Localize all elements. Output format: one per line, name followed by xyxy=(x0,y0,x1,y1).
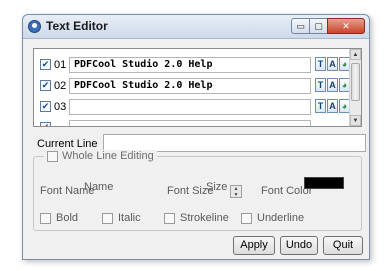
whole-line-editing-toggle[interactable]: Whole Line Editing xyxy=(44,150,157,162)
whole-line-editing-checkbox[interactable] xyxy=(47,150,58,162)
line-checkbox[interactable]: ✔ xyxy=(40,59,51,70)
italic-checkbox[interactable] xyxy=(102,212,113,224)
line-row: ✔ 03 T A ◕ xyxy=(34,98,350,116)
bold-option[interactable]: Bold xyxy=(40,212,78,224)
whole-line-editing-label: Whole Line Editing xyxy=(62,150,154,162)
text-format-button[interactable]: T xyxy=(315,78,326,92)
line-number: 02 xyxy=(54,80,67,92)
lines-list: ✔ 01 PDFCool Studio 2.0 Help T A ◕ ✔ 02 … xyxy=(33,48,362,127)
underline-label: Underline xyxy=(257,212,305,224)
strokeline-option[interactable]: Strokeline xyxy=(164,212,229,224)
text-format-button[interactable]: T xyxy=(315,99,326,113)
underline-option[interactable]: Underline xyxy=(241,212,304,224)
window-title: Text Editor xyxy=(46,19,108,33)
underline-checkbox[interactable] xyxy=(241,212,252,224)
font-size-field[interactable]: Size xyxy=(206,181,227,193)
scroll-up-icon[interactable]: ▲ xyxy=(350,49,361,60)
apply-button[interactable]: Apply xyxy=(233,236,275,255)
title-bar[interactable]: Text Editor ▭ ▢ ✕ xyxy=(23,15,369,39)
font-button[interactable]: A xyxy=(327,78,338,92)
scroll-thumb[interactable] xyxy=(351,63,360,101)
line-checkbox[interactable]: ✔ xyxy=(40,101,51,112)
bold-checkbox[interactable] xyxy=(40,212,51,224)
font-button[interactable]: A xyxy=(327,57,338,71)
quit-button[interactable]: Quit xyxy=(323,236,363,255)
line-number: 03 xyxy=(54,101,67,113)
whole-line-editing-group: Whole Line Editing Font Name Name Font S… xyxy=(33,150,362,231)
scroll-down-icon[interactable]: ▼ xyxy=(350,115,361,126)
strokeline-checkbox[interactable] xyxy=(164,212,175,224)
line-tools: T A ◕ xyxy=(315,99,350,113)
text-format-button[interactable]: T xyxy=(315,57,326,71)
text-editor-window: Text Editor ▭ ▢ ✕ ✔ 01 PDFCool Studio 2.… xyxy=(22,14,370,260)
line-number: 01 xyxy=(54,59,67,71)
close-button[interactable]: ✕ xyxy=(327,18,365,34)
line-tools: T A ◕ xyxy=(315,57,350,71)
list-scrollbar[interactable]: ▲ ▼ xyxy=(349,49,361,126)
undo-button[interactable]: Undo xyxy=(280,236,318,255)
italic-label: Italic xyxy=(118,212,141,224)
font-size-spinner-icon[interactable]: ▲ ▼ xyxy=(230,185,242,198)
font-name-field[interactable]: Name xyxy=(84,181,113,193)
line-checkbox[interactable]: ✔ xyxy=(40,80,51,91)
italic-option[interactable]: Italic xyxy=(102,212,141,224)
strokeline-label: Strokeline xyxy=(180,212,229,224)
font-button[interactable]: A xyxy=(327,99,338,113)
maximize-button[interactable]: ▢ xyxy=(309,18,328,34)
line-text-field[interactable] xyxy=(69,99,311,115)
line-row: ✔ 02 PDFCool Studio 2.0 Help T A ◕ xyxy=(34,77,350,95)
minimize-button[interactable]: ▭ xyxy=(291,18,310,34)
line-text-field[interactable]: PDFCool Studio 2.0 Help xyxy=(69,78,311,94)
line-tools: T A ◕ xyxy=(315,78,350,92)
line-text-field[interactable] xyxy=(69,120,311,126)
bold-label: Bold xyxy=(56,212,79,224)
window-controls: ▭ ▢ ✕ xyxy=(291,18,365,34)
line-row-partial: ✔ xyxy=(34,119,350,126)
line-row: ✔ 01 PDFCool Studio 2.0 Help T A ◕ xyxy=(34,56,350,74)
line-text-field[interactable]: PDFCool Studio 2.0 Help xyxy=(69,57,311,73)
app-icon xyxy=(28,20,41,33)
font-color-swatch[interactable] xyxy=(304,177,344,189)
current-line-label: Current Line xyxy=(37,138,98,150)
line-checkbox[interactable]: ✔ xyxy=(40,122,51,126)
